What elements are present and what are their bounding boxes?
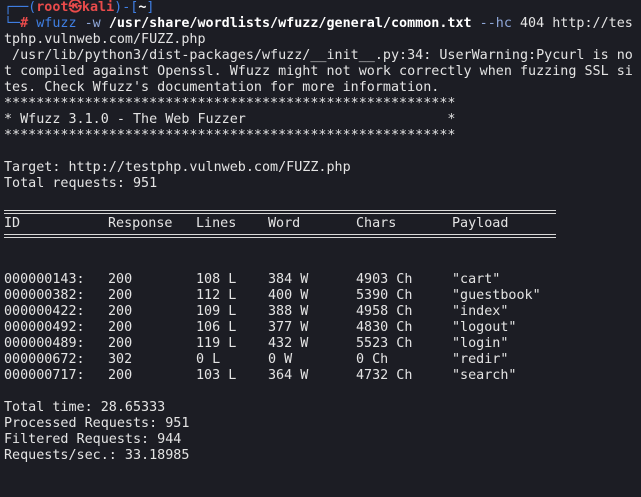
warning-line-1: /usr/lib/python3/dist-packages/wfuzz/__i… — [4, 48, 633, 63]
command-url-wrap: tphp.vulnweb.com/FUZZ.php — [4, 32, 206, 47]
target-line: Target: http://testphp.vulnweb.com/FUZZ.… — [4, 160, 351, 175]
summary-rate: Requests/sec.: 33.18985 — [4, 448, 190, 463]
row-word: 364 W — [268, 368, 309, 383]
row-lines: 106 L — [196, 320, 237, 335]
table-divider-bottom — [4, 234, 556, 238]
total-requests-line: Total requests: 951 — [4, 176, 158, 191]
command-flag-w: -w — [84, 16, 101, 31]
row-payload: "login" — [452, 336, 509, 351]
prompt-user: root — [36, 0, 69, 15]
prompt-host: kali — [81, 0, 115, 15]
prompt-line-1: ┌──(root㉿kali)-[~] — [4, 0, 155, 15]
row-word: 432 W — [268, 336, 309, 351]
header-lines: Lines — [196, 216, 237, 231]
header-payload: Payload — [452, 216, 509, 231]
row-id: 000000489: — [4, 336, 85, 351]
row-response: 200 — [108, 336, 133, 351]
table-row: 000000717: 200 103 L 364 W 4732 Ch "search" — [4, 368, 641, 384]
row-payload: "logout" — [452, 320, 517, 335]
header-response: Response — [108, 216, 173, 231]
header-word: Word — [268, 216, 301, 231]
terminal-window[interactable]: ┌──(root㉿kali)-[~] └─# wfuzz -w /usr/sha… — [0, 0, 641, 497]
row-response: 200 — [108, 320, 133, 335]
row-lines: 112 L — [196, 288, 237, 303]
banner-title: * Wfuzz 3.1.0 - The Web Fuzzer * — [4, 112, 456, 127]
row-chars: 5390 Ch — [356, 288, 413, 303]
row-payload: "search" — [452, 368, 517, 383]
row-chars: 4830 Ch — [356, 320, 413, 335]
results-table-body: 000000143: 200 108 L 384 W 4903 Ch "cart" 000… — [4, 272, 641, 384]
row-lines: 108 L — [196, 272, 237, 287]
row-chars: 4903 Ch — [356, 272, 413, 287]
banner-stars-bottom: ****************************************… — [4, 128, 456, 143]
row-id: 000000382: — [4, 288, 85, 303]
command-url: http://tes — [552, 16, 633, 31]
table-row: 000000143: 200 108 L 384 W 4903 Ch "cart" — [4, 272, 641, 288]
row-chars: 4732 Ch — [356, 368, 413, 383]
row-word: 384 W — [268, 272, 309, 287]
table-header: ID Response Lines Word Chars Payload — [4, 216, 641, 232]
table-row: 000000489: 200 119 L 432 W 5523 Ch "login" — [4, 336, 641, 352]
row-payload: "guestbook" — [452, 288, 541, 303]
row-lines: 119 L — [196, 336, 237, 351]
table-row: 000000672: 302 0 L 0 W 0 Ch "redir" — [4, 352, 641, 368]
row-lines: 109 L — [196, 304, 237, 319]
row-lines: 103 L — [196, 368, 237, 383]
prompt-symbol: # — [20, 16, 29, 31]
summary-filtered: Filtered Requests: 944 — [4, 432, 182, 447]
header-id: ID — [4, 216, 21, 231]
warning-line-2: t compiled against Openssl. Wfuzz might … — [4, 64, 633, 79]
row-id: 000000717: — [4, 368, 85, 383]
header-chars: Chars — [356, 216, 397, 231]
row-word: 400 W — [268, 288, 309, 303]
row-word: 377 W — [268, 320, 309, 335]
summary-processed: Processed Requests: 951 — [4, 416, 190, 431]
row-id: 000000143: — [4, 272, 85, 287]
row-id: 000000492: — [4, 320, 85, 335]
banner-stars-top: ****************************************… — [4, 96, 456, 111]
row-lines: 0 L — [196, 352, 221, 367]
warning-line-3: tes. Check Wfuzz's documentation for mor… — [4, 80, 440, 95]
row-response: 200 — [108, 304, 133, 319]
summary-total-time: Total time: 28.65333 — [4, 400, 166, 415]
row-id: 000000422: — [4, 304, 85, 319]
row-response: 302 — [108, 352, 133, 367]
command-wordlist: /usr/share/wordlists/wfuzz/general/commo… — [108, 16, 472, 31]
row-payload: "redir" — [452, 352, 509, 367]
row-response: 200 — [108, 368, 133, 383]
row-chars: 5523 Ch — [356, 336, 413, 351]
row-payload: "cart" — [452, 272, 501, 287]
row-payload: "index" — [452, 304, 509, 319]
row-id: 000000672: — [4, 352, 85, 367]
command-hc-value: 404 — [519, 16, 545, 31]
row-chars: 4958 Ch — [356, 304, 413, 319]
table-divider-top — [4, 210, 556, 214]
command-flag-hc: --hc — [479, 16, 512, 31]
row-response: 200 — [108, 288, 133, 303]
table-row: 000000382: 200 112 L 400 W 5390 Ch "guestbook… — [4, 288, 641, 304]
table-row: 000000492: 200 106 L 377 W 4830 Ch "logout" — [4, 320, 641, 336]
table-row: 000000422: 200 109 L 388 W 4958 Ch "index" — [4, 304, 641, 320]
row-chars: 0 Ch — [356, 352, 389, 367]
prompt-skull-symbol: ㉿ — [68, 0, 82, 15]
row-response: 200 — [108, 272, 133, 287]
row-word: 388 W — [268, 304, 309, 319]
command-line: └─# wfuzz -w /usr/share/wordlists/wfuzz/… — [4, 16, 633, 31]
command-program: wfuzz — [36, 16, 77, 31]
row-word: 0 W — [268, 352, 293, 367]
